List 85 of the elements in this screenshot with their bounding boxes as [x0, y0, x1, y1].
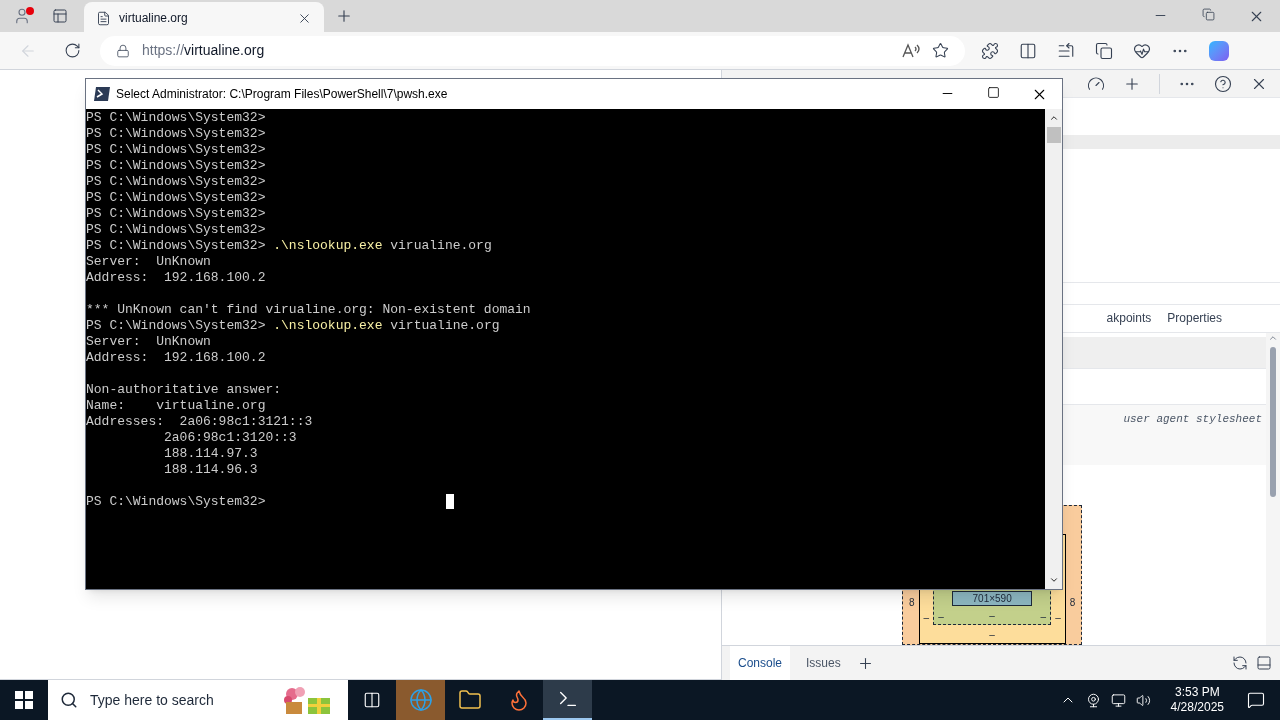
clock-time: 3:53 PM [1174, 685, 1220, 700]
output-line: Address: 192.168.100.2 [86, 350, 267, 366]
network-icon[interactable] [1110, 692, 1126, 708]
box-model-value: – [937, 610, 945, 624]
notifications-icon[interactable] [1247, 691, 1265, 709]
prompt-text: PS C:\Windows\System32> [86, 318, 266, 334]
prompt-text: PS C:\Windows\System32> [86, 174, 266, 190]
new-tab-icon[interactable] [335, 7, 353, 25]
favorite-icon[interactable] [932, 42, 949, 59]
scroll-up-icon[interactable] [1048, 113, 1059, 123]
page-icon [96, 10, 111, 26]
panel-tab[interactable]: Properties [1167, 309, 1222, 328]
prompt-text: PS C:\Windows\System32> [86, 110, 266, 126]
output-line: Name: virtualine.org [86, 398, 267, 414]
box-model-value: – [1039, 610, 1048, 624]
windows-icon [15, 691, 33, 709]
box-model-value: – [1054, 611, 1062, 625]
read-aloud-icon[interactable] [902, 42, 920, 59]
favorites-icon[interactable] [1057, 41, 1075, 60]
output-line: 188.114.96.3 [163, 462, 259, 478]
split-screen-icon[interactable] [1019, 41, 1037, 60]
undock-icon[interactable] [1256, 655, 1272, 671]
window-title: Select Administrator: C:\Program Files\PowerShell\7\pwsh.exe [116, 86, 449, 103]
taskbar-app[interactable] [543, 680, 592, 720]
refresh-icon[interactable] [63, 42, 81, 59]
scroll-thumb[interactable] [1046, 127, 1061, 143]
argument-text: virtualine.org [389, 318, 500, 334]
prompt-text: PS C:\Windows\System32> [86, 494, 266, 510]
output-line: Server: UnKnown [86, 254, 212, 270]
stylesheet-source[interactable]: user agent stylesheet [1123, 411, 1262, 427]
output-line: Non-authoritative answer: [86, 382, 283, 398]
address-field[interactable]: https://virtualine.org [100, 35, 965, 66]
panel-tab[interactable]: akpoints [1106, 309, 1152, 328]
url-text: https://virtualine.org [142, 41, 266, 60]
command-text: .\nslookup.exe [272, 238, 383, 254]
lock-icon [116, 43, 130, 58]
prompt-text: PS C:\Windows\System32> [86, 190, 266, 206]
task-view-icon[interactable] [363, 691, 381, 709]
box-model-content: 701×590 [952, 591, 1033, 606]
output-line: Server: UnKnown [86, 334, 212, 350]
volume-icon[interactable] [1135, 692, 1151, 708]
output-line: Address: 192.168.100.2 [86, 270, 267, 286]
output-line: *** UnKnown can't find virualine.org: Non-existent domain [86, 302, 532, 318]
argument-text: virualine.org [389, 238, 492, 254]
box-model-value: – [922, 611, 931, 625]
copilot-icon[interactable] [1209, 40, 1229, 61]
powershell-icon [94, 87, 110, 101]
extensions-icon[interactable] [981, 41, 999, 60]
prompt-text: PS C:\Windows\System32> [86, 206, 266, 222]
prompt-text: PS C:\Windows\System32> [86, 142, 266, 158]
search-field[interactable]: Type here to search [48, 680, 348, 720]
scroll-thumb[interactable] [1270, 347, 1276, 497]
tab-actions-icon[interactable] [52, 8, 68, 24]
output-line: Addresses: 2a06:98c1:3121::3 [86, 414, 314, 430]
prompt-text: PS C:\Windows\System32> [86, 126, 266, 142]
prompt-text: PS C:\Windows\System32> [86, 222, 266, 238]
text-cursor [446, 494, 454, 509]
help-icon[interactable] [1214, 74, 1232, 93]
box-model-value: 8 [908, 596, 916, 610]
search-icon [60, 691, 78, 709]
browser-tab[interactable]: virtualine.org [84, 2, 324, 34]
scrollbar[interactable] [1266, 333, 1280, 645]
performance-icon[interactable] [1087, 74, 1105, 93]
maximize-icon[interactable] [986, 85, 1000, 99]
drawer-tab[interactable]: Console [730, 645, 791, 681]
profile-icon[interactable] [13, 7, 31, 25]
box-model-value: 8 [1068, 596, 1077, 610]
box-model-value: – [988, 627, 996, 642]
scrollbar[interactable] [1045, 109, 1062, 589]
health-icon[interactable] [1133, 41, 1151, 60]
clock[interactable]: 3:53 PM 4/28/2025 [1162, 685, 1232, 715]
drawer-tab[interactable]: Issues [798, 645, 849, 681]
output-line: 2a06:98c1:3120::3 [163, 430, 298, 446]
collections-icon[interactable] [1095, 41, 1113, 60]
restore-icon[interactable] [1201, 7, 1215, 21]
scroll-down-icon[interactable] [1048, 575, 1059, 585]
command-text: .\nslookup.exe [272, 318, 383, 334]
tab-title: virtualine.org [119, 10, 189, 27]
search-placeholder: Type here to search [90, 690, 215, 710]
camera-icon[interactable] [1085, 692, 1101, 708]
output-line: 188.114.97.3 [163, 446, 259, 462]
prompt-text: PS C:\Windows\System32> [86, 238, 266, 254]
folder-icon [457, 688, 482, 712]
clock-date: 4/28/2025 [1170, 700, 1224, 715]
prompt-text: PS C:\Windows\System32> [86, 158, 266, 174]
